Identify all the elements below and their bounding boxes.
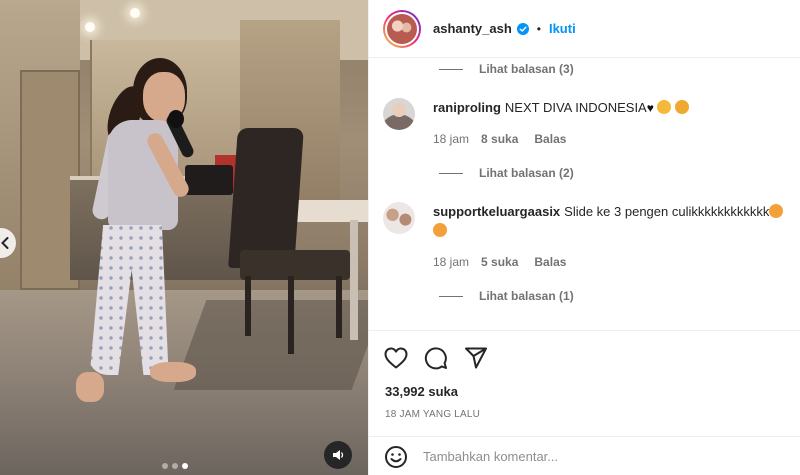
add-comment-bar bbox=[369, 436, 800, 475]
speaker-icon bbox=[333, 450, 344, 460]
comment-meta: 18 jam 5 suka Balas bbox=[433, 255, 566, 269]
comment-username[interactable]: supportkeluargaasix bbox=[433, 204, 560, 219]
girl-foot bbox=[150, 362, 196, 382]
author-username[interactable]: ashanty_ash bbox=[433, 21, 512, 36]
like-count[interactable]: 33,992 suka bbox=[385, 384, 458, 399]
view-replies-button[interactable]: Lihat balasan (1) bbox=[439, 289, 574, 303]
heart-icon bbox=[384, 347, 408, 369]
divider bbox=[439, 295, 463, 297]
chevron-left-icon bbox=[1, 237, 9, 249]
post-actions: 33,992 suka 18 JAM YANG LALU bbox=[369, 330, 800, 475]
like-button[interactable] bbox=[383, 345, 409, 371]
appliance bbox=[185, 165, 233, 195]
view-replies-button[interactable]: Lihat balasan (2) bbox=[439, 166, 574, 180]
dining-table bbox=[290, 200, 368, 222]
table-leg bbox=[350, 220, 358, 340]
divider bbox=[439, 172, 463, 174]
post-media[interactable] bbox=[0, 0, 368, 475]
hugging-face-emoji bbox=[675, 100, 690, 114]
comment-username[interactable]: raniproling bbox=[433, 100, 501, 115]
comment-message: Slide ke 3 pengen culikkkkkkkkkkkk bbox=[564, 204, 770, 219]
share-button[interactable] bbox=[463, 345, 489, 371]
chair-seat bbox=[240, 250, 350, 280]
smiley-icon bbox=[385, 445, 407, 468]
view-replies-button[interactable]: Lihat balasan (3) bbox=[439, 62, 574, 76]
author-avatar-ring[interactable] bbox=[383, 9, 421, 48]
star-struck-emoji bbox=[769, 204, 784, 218]
microphone-head bbox=[168, 110, 184, 128]
slide-dot-active bbox=[182, 463, 188, 469]
view-replies-label: Lihat balasan (3) bbox=[479, 62, 574, 76]
comment-time: 18 jam bbox=[433, 255, 470, 269]
avatar[interactable] bbox=[383, 202, 415, 234]
chair-leg bbox=[288, 276, 294, 354]
avatar bbox=[385, 11, 419, 46]
verified-badge-icon bbox=[516, 22, 529, 35]
comment-text: supportkeluargaasix Slide ke 3 pengen cul… bbox=[433, 202, 800, 240]
chair-leg bbox=[245, 276, 251, 336]
post-header: ashanty_ash • Ikuti bbox=[369, 0, 800, 58]
paper-plane-icon bbox=[465, 347, 487, 369]
comment-likes[interactable]: 5 suka bbox=[481, 255, 518, 269]
comment-text: raniproling NEXT DIVA INDONESIA♥ bbox=[433, 98, 800, 118]
black-heart-emoji: ♥ bbox=[646, 101, 654, 115]
ceiling-light bbox=[130, 8, 140, 18]
slide-dot bbox=[172, 463, 178, 469]
action-bar bbox=[383, 345, 489, 371]
view-replies-label: Lihat balasan (2) bbox=[479, 166, 574, 180]
separator-dot: • bbox=[536, 21, 541, 36]
smiling-face-with-hearts-emoji bbox=[657, 100, 672, 114]
follow-button[interactable]: Ikuti bbox=[549, 21, 576, 36]
post-timestamp: 18 JAM YANG LALU bbox=[385, 409, 481, 420]
chair-back bbox=[228, 128, 304, 268]
ceiling-light bbox=[85, 22, 95, 32]
comment-time: 18 jam bbox=[433, 132, 470, 146]
reply-button[interactable]: Balas bbox=[534, 132, 566, 146]
divider bbox=[439, 68, 463, 70]
audio-toggle-button[interactable] bbox=[324, 441, 352, 469]
comment-bubble-icon bbox=[424, 347, 447, 370]
comment-meta: 18 jam 8 suka Balas bbox=[433, 132, 566, 146]
comment-likes[interactable]: 8 suka bbox=[481, 132, 518, 146]
chair-leg bbox=[336, 276, 342, 338]
reply-button[interactable]: Balas bbox=[534, 255, 566, 269]
emoji-button[interactable] bbox=[383, 444, 409, 470]
slide-indicator bbox=[162, 463, 188, 469]
girl-foot bbox=[76, 372, 104, 402]
post-side-panel: ashanty_ash • Ikuti Lihat balasan (3) ra… bbox=[368, 0, 800, 475]
comment-message: NEXT DIVA INDONESIA bbox=[504, 100, 647, 115]
view-replies-label: Lihat balasan (1) bbox=[479, 289, 574, 303]
star-struck-emoji bbox=[433, 223, 447, 237]
comment-input[interactable] bbox=[423, 449, 763, 464]
comment-button[interactable] bbox=[423, 345, 449, 371]
slide-dot bbox=[162, 463, 168, 469]
avatar[interactable] bbox=[383, 98, 415, 130]
